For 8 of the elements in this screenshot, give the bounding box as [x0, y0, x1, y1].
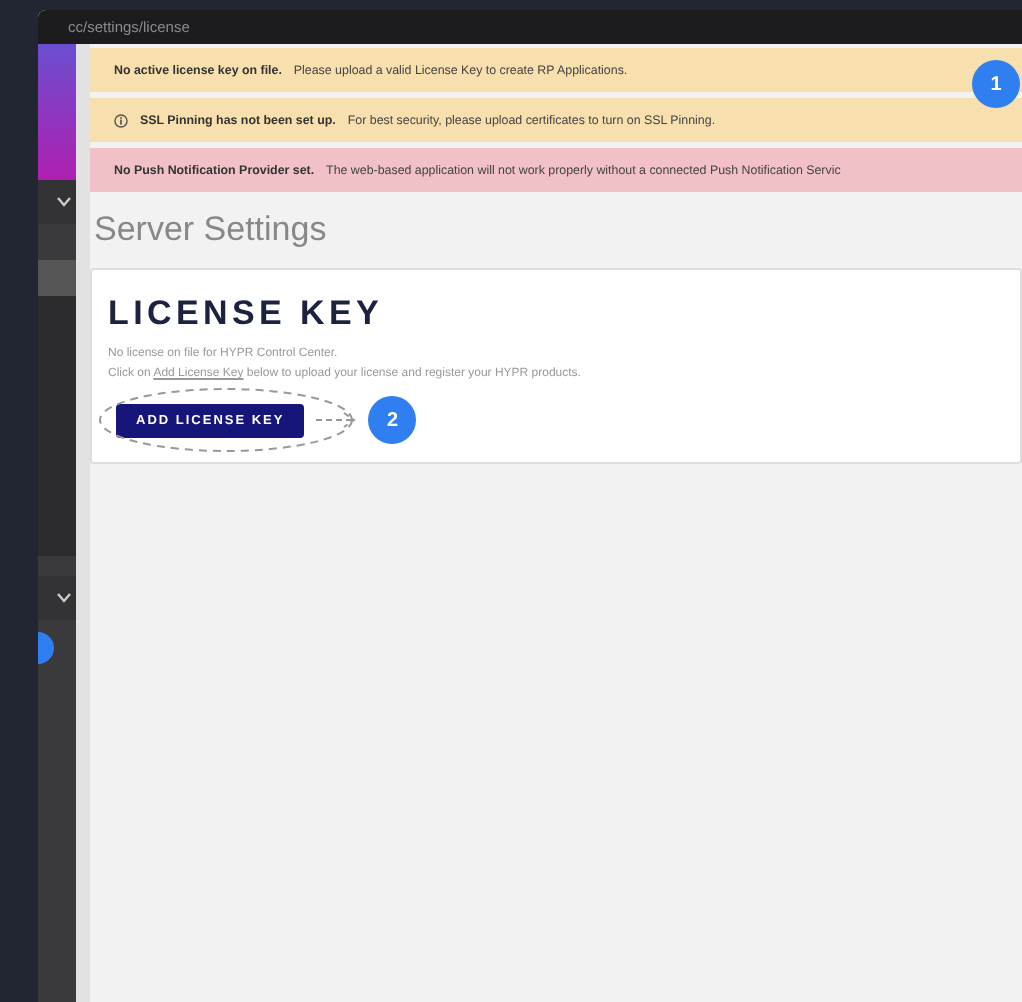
- brand-block: [38, 44, 76, 180]
- chevron-down-icon[interactable]: [56, 196, 72, 208]
- page-title: Server Settings: [94, 210, 329, 250]
- arrow-icon: [316, 410, 361, 430]
- info-icon: [114, 113, 128, 127]
- step-marker: 2: [368, 396, 417, 444]
- chevron-down-icon[interactable]: [56, 592, 72, 604]
- card-title: LICENSE KEY: [108, 294, 386, 334]
